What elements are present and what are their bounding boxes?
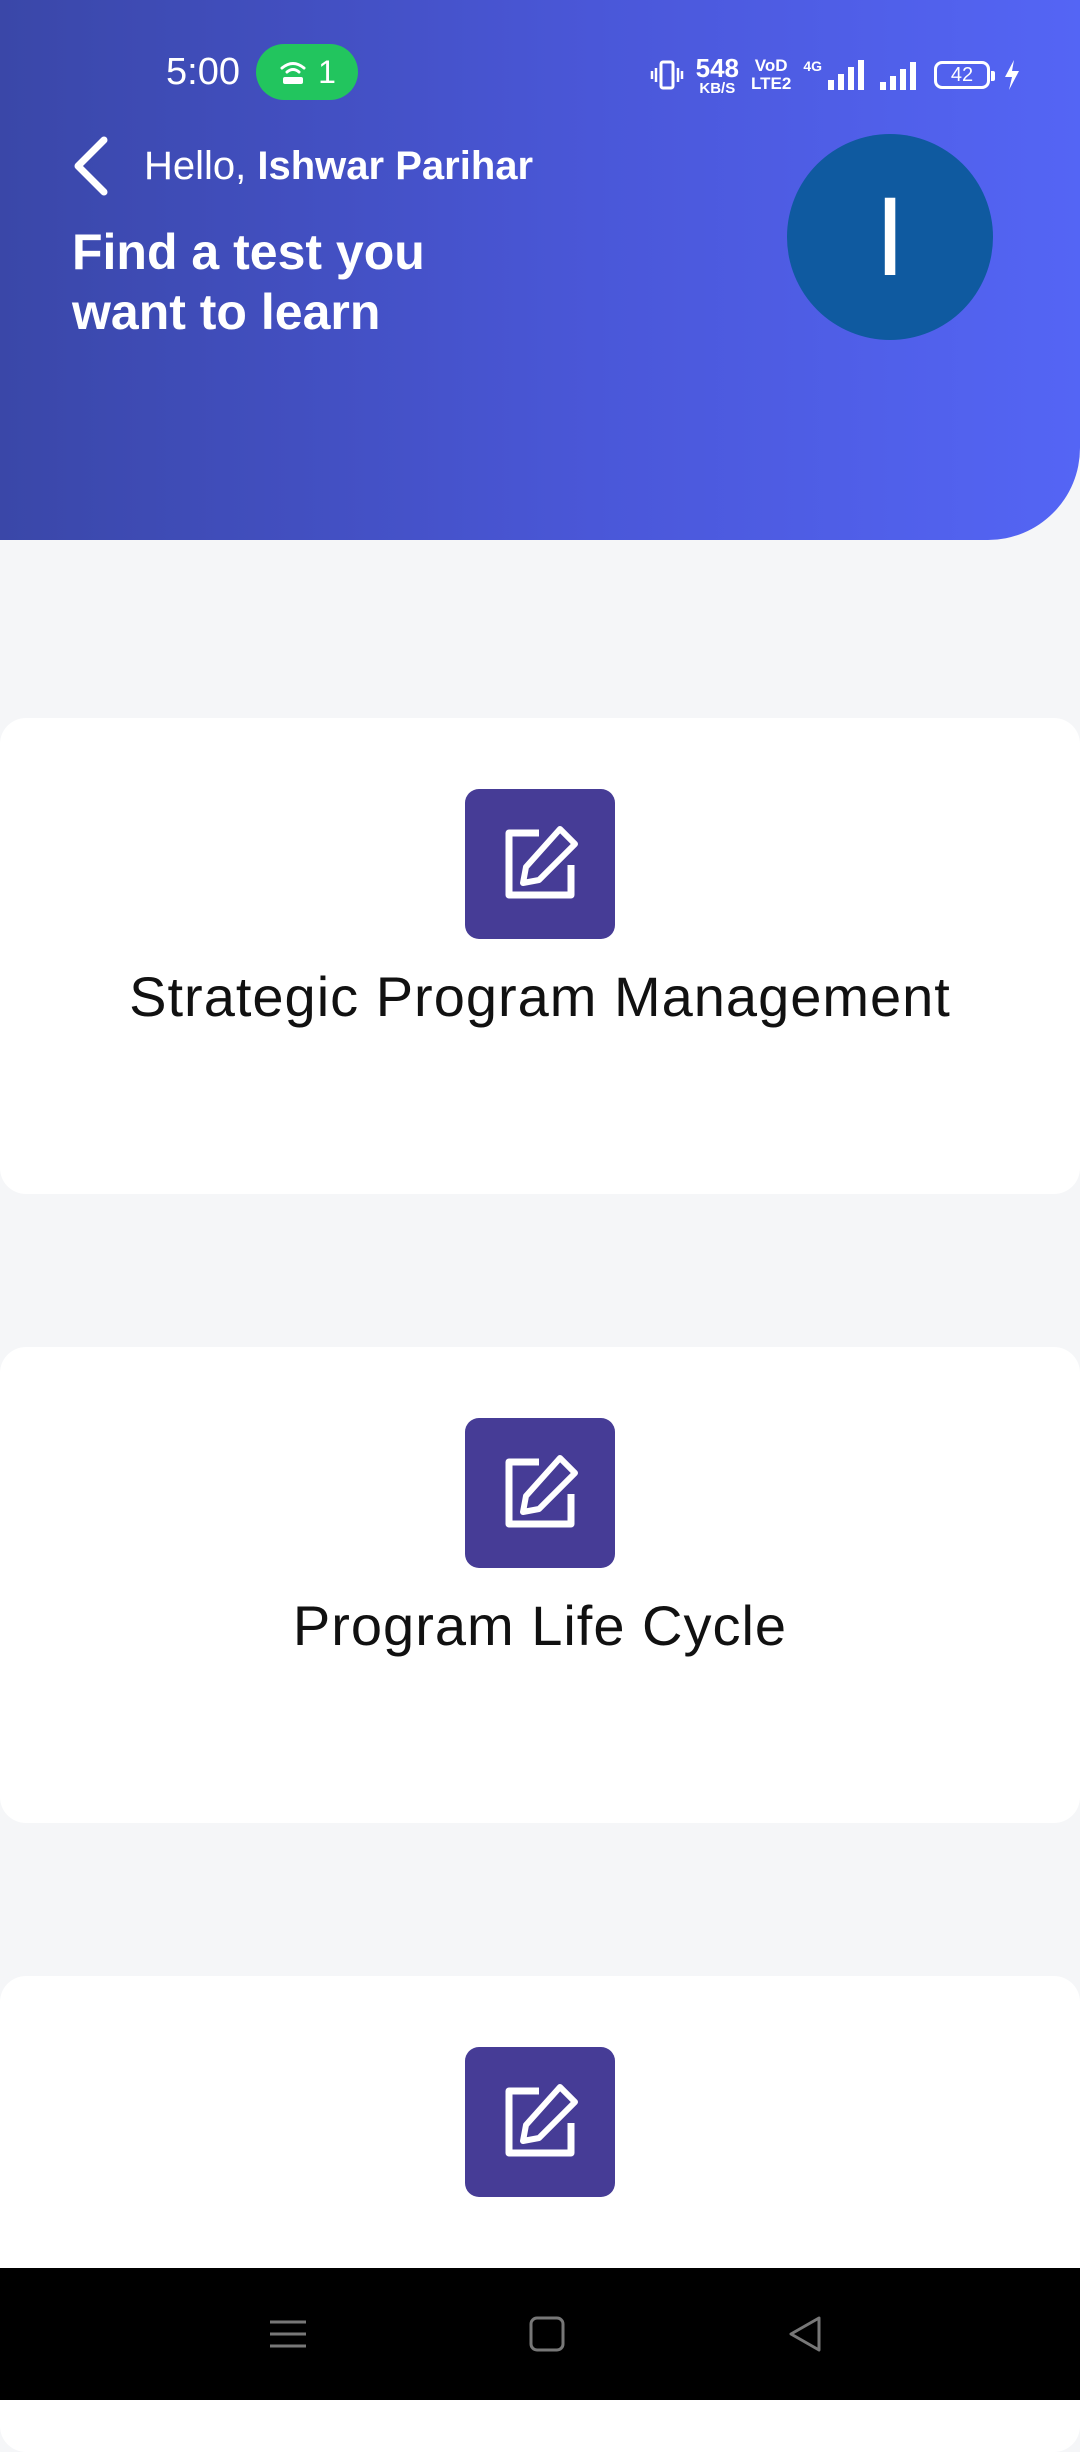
system-navigation-bar — [0, 2268, 1080, 2400]
page-subtitle: Find a test you want to learn — [72, 224, 425, 340]
greeting-prefix: Hello, — [144, 144, 258, 188]
back-triangle-icon — [789, 2316, 821, 2352]
status-bar: 5:00 1 548 KB/S VoD LTE2 4G 42 — [0, 0, 1080, 140]
edit-icon — [505, 2084, 578, 2157]
network-speed: 548 KB/S — [696, 55, 739, 96]
edit-icon — [505, 1455, 578, 1528]
signal-icon-sim2 — [880, 62, 916, 90]
volte-line2: LTE2 — [751, 74, 792, 93]
home-square-icon — [529, 2316, 565, 2352]
back-arrow-icon[interactable] — [66, 132, 116, 200]
avatar[interactable]: I — [787, 134, 993, 340]
system-icons: 548 KB/S VoD LTE2 4G 42 — [650, 52, 1022, 98]
vibrate-icon — [650, 60, 683, 90]
user-name: Ishwar Parihar — [257, 144, 534, 188]
signal-icon-sim1 — [828, 60, 864, 90]
test-title: Strategic Program Management — [129, 965, 951, 1028]
test-icon-tile — [465, 2047, 615, 2197]
greeting: Hello, Ishwar Parihar — [144, 136, 533, 196]
home-button[interactable] — [517, 2304, 577, 2364]
volte-line1: VoD — [754, 56, 788, 75]
network-speed-unit: KB/S — [699, 79, 736, 97]
battery-level: 42 — [950, 63, 974, 86]
edit-icon — [505, 826, 578, 899]
test-card[interactable]: Strategic Program Management — [0, 718, 1080, 1194]
menu-icon — [270, 2320, 306, 2348]
charging-icon — [1005, 60, 1019, 90]
network-type: 4G — [803, 58, 822, 74]
recents-button[interactable] — [258, 2304, 318, 2364]
test-card[interactable]: Program Life Cycle — [0, 1347, 1080, 1823]
test-icon-tile — [465, 789, 615, 939]
back-button[interactable] — [775, 2304, 835, 2364]
test-title: Program Life Cycle — [292, 1594, 788, 1657]
battery-indicator: 42 — [934, 61, 995, 89]
avatar-initial: I — [874, 174, 906, 299]
volte-indicator: VoD LTE2 — [751, 57, 791, 93]
network-speed-value: 548 — [695, 52, 739, 83]
hotspot-count: 1 — [318, 53, 336, 90]
hotspot-icon — [280, 62, 306, 84]
hotspot-indicator: 1 — [256, 44, 358, 100]
clock: 5:00 — [166, 51, 240, 93]
header-banner: 5:00 1 548 KB/S VoD LTE2 4G 42 Hello, Is… — [0, 0, 1080, 540]
test-icon-tile — [465, 1418, 615, 1568]
